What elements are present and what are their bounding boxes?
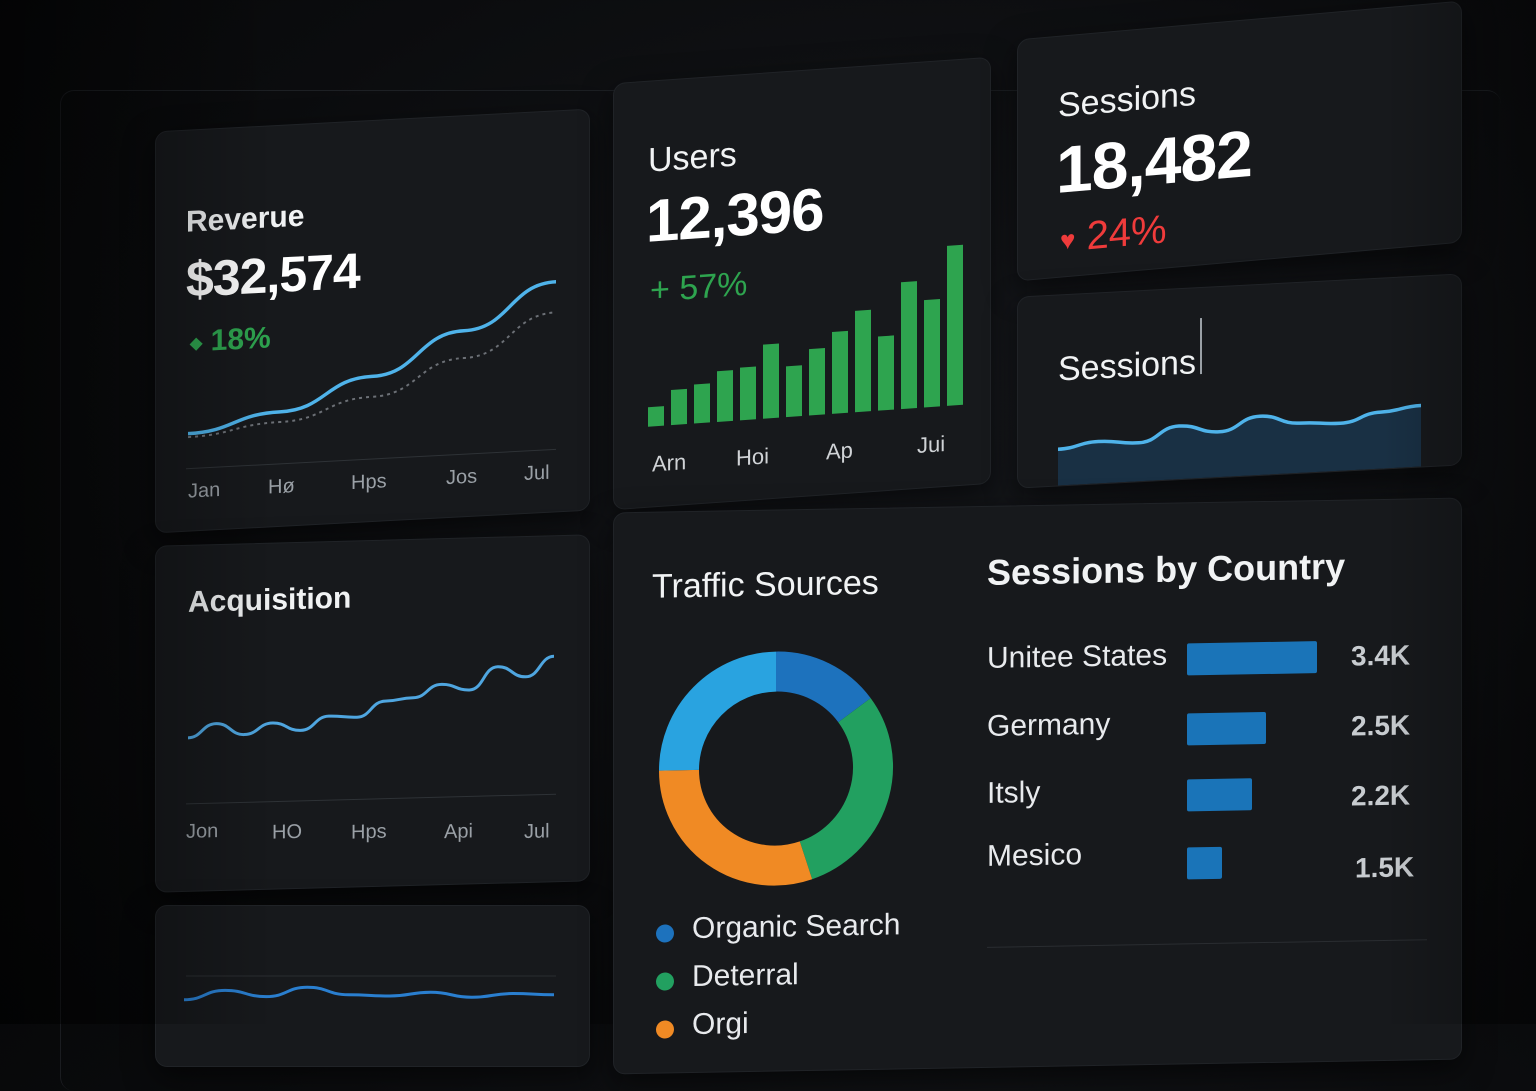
acquisition-tick: HO xyxy=(272,820,302,844)
donut-slice xyxy=(799,698,893,880)
sessions-by-country-title: Sessions by Country xyxy=(987,545,1346,593)
country-label: Itsly xyxy=(987,775,1041,810)
country-bar xyxy=(1187,846,1222,880)
users-card[interactable]: Users 12,396 + 57% Arn Hoi Ap Jui xyxy=(613,56,991,511)
users-bar xyxy=(786,365,802,418)
revenue-tick: Jul xyxy=(524,461,550,486)
revenue-baseline xyxy=(186,448,556,470)
donut-slice xyxy=(659,769,813,886)
users-bar xyxy=(763,343,779,419)
sessions-delta: ♥ 24% xyxy=(1060,207,1167,261)
acquisition-card[interactable]: Acquisition Jon HO Hps Api Jul xyxy=(155,534,590,893)
revenue-series-line xyxy=(187,280,557,436)
heart-icon: ♥ xyxy=(1060,224,1076,256)
acquisition-tick: Hps xyxy=(351,820,387,844)
donut-slice xyxy=(659,651,777,771)
legend-label: Orgi xyxy=(692,1007,749,1042)
sessions-spark-card[interactable]: Sessions xyxy=(1017,273,1462,489)
users-bar xyxy=(832,330,848,414)
users-bar xyxy=(694,383,710,424)
acquisition-tick: Jul xyxy=(524,820,550,844)
sessions-area-chart xyxy=(1057,403,1422,486)
country-label: Mesico xyxy=(987,838,1083,873)
users-bar xyxy=(855,309,871,413)
sessions-value: 18,482 xyxy=(1056,115,1252,208)
revenue-tick: Jan xyxy=(188,478,221,503)
users-bar xyxy=(901,281,917,410)
country-bar xyxy=(1187,778,1252,812)
bottom-series-line xyxy=(183,985,555,1002)
sessions-title: Sessions xyxy=(1058,74,1196,125)
revenue-card[interactable]: Reverue $32,574 ◆ 18% Jan Hø Hps Jos Jul xyxy=(155,108,590,534)
users-bar xyxy=(671,388,687,426)
country-value: 1.5K xyxy=(1355,851,1415,884)
users-bar xyxy=(648,406,664,427)
users-bar xyxy=(947,244,963,406)
acquisition-tick: Api xyxy=(444,820,473,844)
users-tick: Hoi xyxy=(736,443,770,471)
acquisition-series-line xyxy=(187,654,555,740)
users-bar xyxy=(878,335,894,411)
traffic-country-card[interactable]: Traffic Sources Organic Search Deterral … xyxy=(613,497,1462,1075)
revenue-tick: Jos xyxy=(446,465,478,490)
legend-label: Organic Search xyxy=(692,908,901,946)
sessions-card[interactable]: Sessions 18,482 ♥ 24% xyxy=(1017,0,1462,282)
revenue-tick: Hø xyxy=(268,475,295,499)
users-bar xyxy=(740,366,756,421)
acquisition-tick: Jon xyxy=(186,820,219,843)
donut-slice xyxy=(775,651,871,723)
users-tick: Jui xyxy=(917,430,946,458)
users-tick: Ap xyxy=(826,437,853,465)
country-value: 2.2K xyxy=(1351,779,1411,812)
users-bar xyxy=(809,348,825,416)
country-bar xyxy=(1187,641,1317,676)
bottom-card[interactable] xyxy=(155,905,590,1067)
bottom-line-chart xyxy=(183,975,556,1002)
country-value: 2.5K xyxy=(1351,709,1411,742)
country-bar xyxy=(1187,712,1266,746)
country-value: 3.4K xyxy=(1351,639,1411,672)
sessions-delta-text: 24% xyxy=(1086,207,1167,259)
legend-label: Deterral xyxy=(692,958,799,994)
revenue-tick: Hps xyxy=(351,470,387,495)
users-tick: Arn xyxy=(652,449,687,477)
users-bar xyxy=(717,370,733,422)
users-bar xyxy=(924,299,940,408)
country-label: Unitee States xyxy=(987,638,1168,675)
country-label: Germany xyxy=(987,707,1111,743)
acquisition-baseline xyxy=(186,793,556,805)
